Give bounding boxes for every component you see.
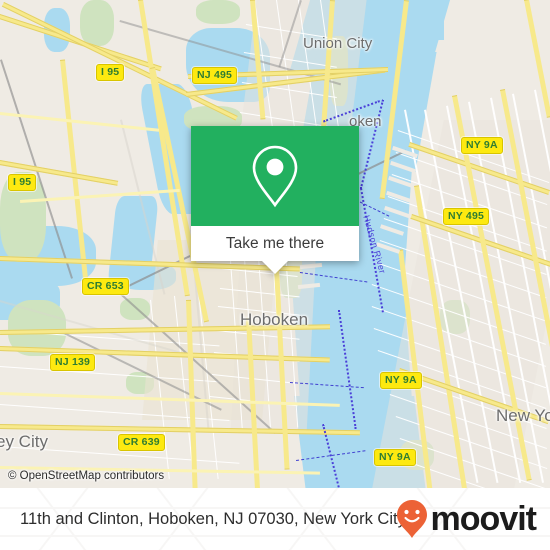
park-n1 xyxy=(196,0,240,24)
park-nw xyxy=(80,0,114,46)
route-shield[interactable]: CR 653 xyxy=(82,278,129,295)
take-me-there-button[interactable]: Take me there xyxy=(191,226,359,261)
map-canvas[interactable]: Hudson River I 95 NJ 495 I 95 NY 9A NY 4… xyxy=(0,0,550,488)
moovit-logo[interactable]: moovit xyxy=(395,499,537,539)
route-shield[interactable]: NY 9A xyxy=(461,137,503,154)
popup-header xyxy=(191,126,359,226)
address-label: 11th and Clinton, Hoboken, NJ 07030, New… xyxy=(20,509,406,528)
route-shield[interactable]: NJ 139 xyxy=(50,354,96,371)
popup-tail xyxy=(262,261,288,274)
footer-bar: 11th and Clinton, Hoboken, NJ 07030, New… xyxy=(0,488,550,550)
osm-attribution[interactable]: © OpenStreetMap contributors xyxy=(8,470,164,482)
place-label-jersey-city: ey City xyxy=(0,432,48,451)
route-shield[interactable]: I 95 xyxy=(96,64,125,81)
location-popup[interactable]: Take me there xyxy=(191,126,359,274)
route-shield[interactable]: NY 495 xyxy=(443,208,490,225)
place-label-new-york: New Yo xyxy=(496,406,550,425)
moovit-pin-icon xyxy=(396,500,427,538)
place-label-union-city: Union City xyxy=(303,35,373,52)
route-shield[interactable]: NY 9A xyxy=(380,372,422,389)
route-shield[interactable]: CR 639 xyxy=(118,434,165,451)
place-label-hoboken: Hoboken xyxy=(240,310,309,329)
route-shield[interactable]: NJ 495 xyxy=(192,67,238,84)
moovit-map-screen: Hudson River I 95 NJ 495 I 95 NY 9A NY 4… xyxy=(0,0,550,550)
map-pin-icon xyxy=(252,145,298,208)
route-shield[interactable]: I 95 xyxy=(8,174,37,191)
moovit-wordmark: moovit xyxy=(430,500,537,538)
route-shield[interactable]: NY 9A xyxy=(374,449,416,466)
